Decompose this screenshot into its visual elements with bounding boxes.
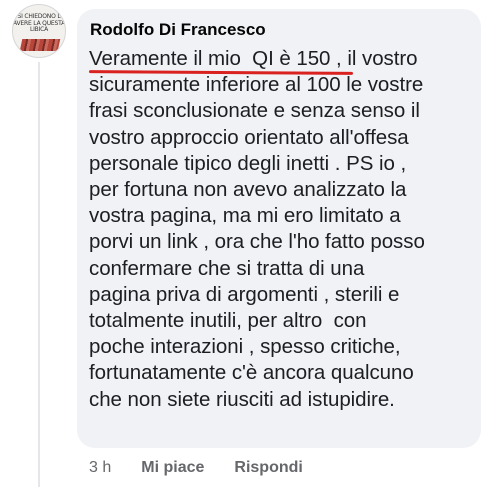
reply-button[interactable]: Rispondi	[234, 459, 302, 477]
comment-author[interactable]: Rodolfo Di Francesco	[90, 20, 266, 40]
avatar-image-icon	[19, 39, 61, 51]
comment-text: Veramente il mio QI è 150 , il vostro si…	[89, 47, 425, 411]
thread-line	[38, 62, 40, 487]
like-button[interactable]: Mi piace	[141, 459, 204, 477]
avatar[interactable]: SI CHIEDONO L AVERE LA QUESTA LIBICA	[12, 4, 66, 58]
comment-actions: 3 h Mi piace Rispondi	[89, 459, 303, 477]
comment-timestamp[interactable]: 3 h	[89, 459, 111, 477]
avatar-caption: SI CHIEDONO L AVERE LA QUESTA LIBICA	[13, 13, 65, 33]
